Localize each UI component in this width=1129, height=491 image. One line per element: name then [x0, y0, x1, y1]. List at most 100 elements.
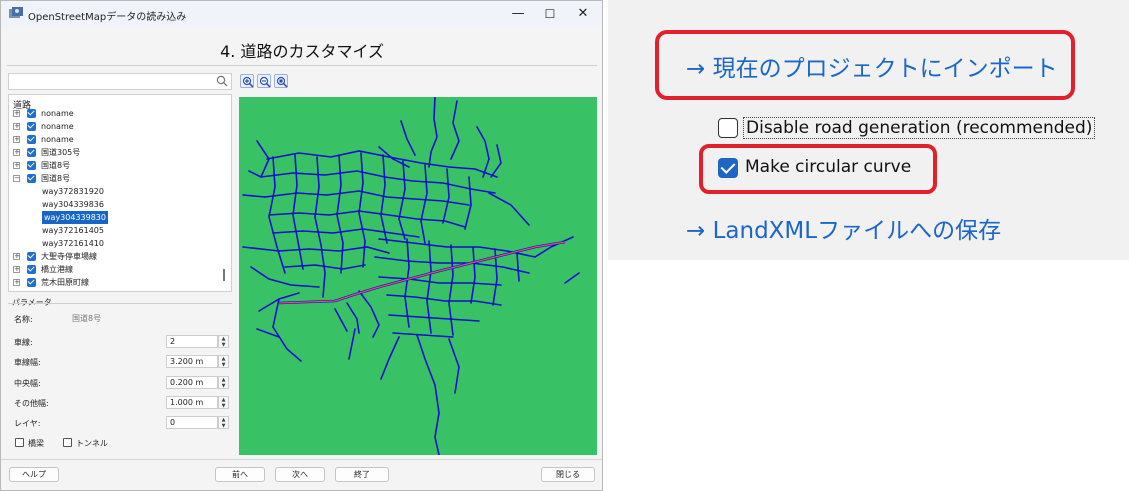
zoom-fit-icon — [276, 76, 288, 88]
tree-checkbox[interactable] — [27, 135, 36, 144]
tree-child-item-selected[interactable]: way304339830 — [9, 211, 219, 224]
search-input[interactable] — [8, 73, 232, 90]
maximize-button[interactable]: ☐ — [533, 4, 567, 24]
tree-item-label: way304339836 — [42, 200, 104, 209]
tree-item-label: way372161410 — [42, 239, 104, 248]
expand-icon[interactable]: + — [13, 110, 20, 117]
expand-icon[interactable]: + — [13, 123, 20, 130]
checkbox-box[interactable] — [63, 438, 72, 447]
lanes-input[interactable]: 2 — [166, 335, 218, 348]
spinner-icon[interactable]: ▲ ▼ — [218, 355, 229, 368]
expand-icon[interactable]: + — [13, 266, 20, 273]
tree-item[interactable]: − 国道8号 — [9, 172, 219, 185]
tree-item-label: way304339830 — [42, 211, 108, 224]
zoom-in-icon — [242, 76, 254, 88]
param-label: 車線幅: — [14, 358, 41, 367]
param-layer-row: レイヤ: 0 ▲ ▼ — [14, 416, 229, 430]
tree-checkbox[interactable] — [27, 252, 36, 261]
other-width-input[interactable]: 1.000 m — [166, 396, 218, 409]
tree-checkbox[interactable] — [27, 122, 36, 131]
param-label: 中央幅: — [14, 379, 41, 388]
tree-child-item[interactable]: way304339836 — [9, 198, 219, 211]
expand-icon[interactable]: + — [13, 279, 20, 286]
screenshot: OpenStreetMapデータの読み込み — ☐ ✕ 4. 道路のカスタマイズ… — [0, 0, 1129, 491]
expand-icon[interactable]: + — [13, 149, 20, 156]
osm-import-dialog: OpenStreetMapデータの読み込み — ☐ ✕ 4. 道路のカスタマイズ… — [0, 0, 603, 491]
save-landxml-link[interactable]: → LandXMLファイルへの保存 — [686, 211, 1001, 245]
road-network-map[interactable] — [239, 97, 597, 455]
tree-item-label: 大聖寺停車場線 — [41, 252, 97, 261]
search-icon[interactable] — [216, 75, 228, 87]
tree-item[interactable]: + noname — [9, 133, 219, 146]
checkbox-box[interactable] — [718, 118, 738, 138]
close-window-button[interactable]: ✕ — [566, 4, 600, 24]
tree-checkbox[interactable] — [27, 161, 36, 170]
param-label: その他幅: — [14, 399, 49, 408]
tree-item-label: 国道8号 — [41, 161, 71, 170]
lane-width-input[interactable]: 3.200 m — [166, 355, 218, 368]
checkbox-box[interactable] — [15, 438, 24, 447]
tree-item-label: 荒木田原町線 — [41, 278, 89, 287]
tree-item[interactable]: + noname — [9, 120, 219, 133]
tree-item[interactable]: + 大聖寺停車場線 — [9, 250, 219, 263]
expand-icon[interactable]: + — [13, 253, 20, 260]
tree-item-label: 国道8号 — [41, 174, 71, 183]
tree-item-label: 国道305号 — [41, 148, 81, 157]
tree-item[interactable]: + 橋立港線 — [9, 263, 219, 276]
step-header: 4. 道路のカスタマイズ — [1, 31, 602, 63]
next-button[interactable]: 次へ — [275, 467, 325, 482]
tree-item[interactable]: + 荒木田原町線 — [9, 276, 219, 289]
scrollbar-thumb[interactable] — [223, 269, 225, 281]
help-button[interactable]: ヘルプ — [9, 467, 59, 482]
expand-icon[interactable]: + — [13, 162, 20, 169]
param-center-width-row: 中央幅: 0.200 m ▲ ▼ — [14, 376, 229, 390]
tree-child-item[interactable]: way372161410 — [9, 237, 219, 250]
tree-child-item[interactable]: way372831920 — [9, 185, 219, 198]
tree-item[interactable]: + 国道8号 — [9, 159, 219, 172]
tree-item[interactable]: + noname — [9, 107, 219, 120]
param-lanes-row: 車線: 2 ▲ ▼ — [14, 335, 229, 349]
highlight-ring-circular-curve — [699, 144, 937, 194]
expand-icon[interactable]: + — [13, 136, 20, 143]
zoom-out-icon — [259, 76, 271, 88]
app-icon — [9, 7, 23, 18]
spinner-icon[interactable]: ▲ ▼ — [218, 335, 229, 348]
road-tree[interactable]: 道路 + noname + noname + noname + 国道305号 +… — [8, 94, 232, 292]
tree-scrollbar[interactable] — [219, 97, 229, 289]
layer-input[interactable]: 0 — [166, 416, 218, 429]
tree-item-label: 橋立港線 — [41, 265, 73, 274]
tree-checkbox[interactable] — [27, 265, 36, 274]
parameter-group: 名称: 国道8号 車線: 2 ▲ ▼ 車線幅: 3.200 m ▲ ▼ 中央幅: 0… — [8, 303, 232, 450]
zoom-out-button[interactable] — [257, 74, 271, 88]
prev-button[interactable]: 前へ — [215, 467, 265, 482]
zoom-in-button[interactable] — [240, 74, 254, 88]
spinner-icon[interactable]: ▲ ▼ — [218, 376, 229, 389]
center-width-input[interactable]: 0.200 m — [166, 376, 218, 389]
step-title: 4. 道路のカスタマイズ — [220, 42, 384, 61]
tree-checkbox[interactable] — [27, 148, 36, 157]
param-lane-width-row: 車線幅: 3.200 m ▲ ▼ — [14, 355, 229, 369]
spinner-icon[interactable]: ▲ ▼ — [218, 396, 229, 409]
bridge-label: 橋梁 — [28, 439, 44, 448]
tree-child-item[interactable]: way372161405 — [9, 224, 219, 237]
minimize-button[interactable]: — — [501, 4, 535, 24]
tree-item-label: noname — [41, 135, 74, 144]
tree-item[interactable]: + 国道305号 — [9, 146, 219, 159]
tree-item-label: noname — [41, 109, 74, 118]
param-name-row: 名称: 国道8号 — [14, 312, 229, 326]
road-name-field: 国道8号 — [68, 312, 229, 325]
tree-checkbox[interactable] — [27, 174, 36, 183]
collapse-icon[interactable]: − — [13, 175, 20, 182]
title-bar: OpenStreetMapデータの読み込み — ☐ ✕ — [1, 1, 602, 27]
tree-checkbox[interactable] — [27, 109, 36, 118]
tunnel-label: トンネル — [76, 439, 108, 448]
header-divider — [7, 65, 597, 66]
tree-checkbox[interactable] — [27, 278, 36, 287]
param-label: 名称: — [14, 315, 33, 324]
finish-button[interactable]: 終了 — [335, 467, 389, 482]
close-button[interactable]: 閉じる — [541, 467, 595, 482]
road-map-view[interactable] — [239, 97, 597, 455]
spinner-icon[interactable]: ▲ ▼ — [218, 416, 229, 429]
zoom-fit-button[interactable] — [274, 74, 288, 88]
footer-divider — [1, 459, 602, 460]
